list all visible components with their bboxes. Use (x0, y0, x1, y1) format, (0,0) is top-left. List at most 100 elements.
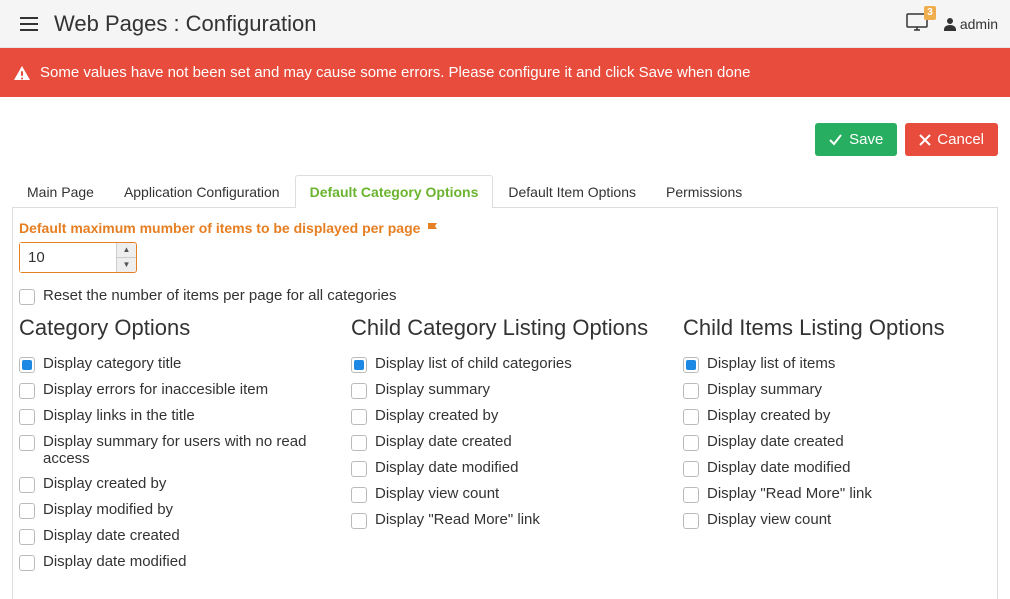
category-option-label: Display links in the title (43, 407, 195, 424)
cancel-button-label: Cancel (937, 131, 984, 148)
child-items-option-label: Display date modified (707, 459, 850, 476)
field-label-text: Default maximum mumber of items to be di… (19, 220, 420, 236)
child-category-option-checkbox[interactable] (351, 357, 367, 373)
page-title: Web Pages : Configuration (54, 11, 906, 37)
child-items-option-label: Display date created (707, 433, 844, 450)
user-icon (944, 17, 956, 31)
category-option-checkbox[interactable] (19, 529, 35, 545)
child-category-option-checkbox[interactable] (351, 409, 367, 425)
warning-icon (14, 65, 30, 81)
child-category-option-checkbox[interactable] (351, 435, 367, 451)
alert-banner: Some values have not been set and may ca… (0, 48, 1010, 97)
items-per-page-field: ▲ ▼ (19, 242, 137, 273)
reset-checkbox-row: Reset the number of items per page for a… (19, 287, 991, 305)
category-option-label: Display errors for inaccesible item (43, 381, 268, 398)
category-option-row: Display date created (19, 527, 327, 545)
category-option-row: Display date modified (19, 553, 327, 571)
reset-checkbox-label: Reset the number of items per page for a… (43, 287, 397, 304)
child-items-option-label: Display view count (707, 511, 831, 528)
category-option-label: Display date created (43, 527, 180, 544)
save-button[interactable]: Save (815, 123, 897, 156)
child-items-column: Child Items Listing Options Display list… (683, 315, 991, 579)
child-category-option-row: Display created by (351, 407, 659, 425)
child-items-option-label: Display summary (707, 381, 822, 398)
child-category-option-label: Display created by (375, 407, 498, 424)
child-items-title: Child Items Listing Options (683, 315, 991, 341)
child-category-option-row: Display date modified (351, 459, 659, 477)
user-name: admin (960, 16, 998, 32)
child-items-option-label: Display "Read More" link (707, 485, 872, 502)
category-option-checkbox[interactable] (19, 357, 35, 373)
child-category-option-label: Display view count (375, 485, 499, 502)
child-items-option-row: Display list of items (683, 355, 991, 373)
category-option-checkbox[interactable] (19, 383, 35, 399)
tabs: Main PageApplication ConfigurationDefaul… (12, 174, 998, 208)
child-category-option-row: Display "Read More" link (351, 511, 659, 529)
category-option-checkbox[interactable] (19, 503, 35, 519)
child-category-option-label: Display date created (375, 433, 512, 450)
child-items-option-label: Display created by (707, 407, 830, 424)
menu-toggle-icon[interactable] (12, 13, 46, 35)
close-icon (919, 134, 931, 146)
notifications-button[interactable]: 3 (906, 12, 930, 36)
category-option-label: Display summary for users with no read a… (43, 433, 327, 467)
cancel-button[interactable]: Cancel (905, 123, 998, 156)
category-option-row: Display category title (19, 355, 327, 373)
child-category-title: Child Category Listing Options (351, 315, 659, 341)
child-items-option-row: Display date created (683, 433, 991, 451)
child-items-option-label: Display list of items (707, 355, 835, 372)
tab-permissions[interactable]: Permissions (651, 175, 757, 208)
tab-main-page[interactable]: Main Page (12, 175, 109, 208)
category-options-title: Category Options (19, 315, 327, 341)
category-option-checkbox[interactable] (19, 435, 35, 451)
child-category-option-row: Display view count (351, 485, 659, 503)
category-option-row: Display created by (19, 475, 327, 493)
user-menu[interactable]: admin (944, 16, 998, 32)
child-items-option-checkbox[interactable] (683, 383, 699, 399)
child-category-option-label: Display summary (375, 381, 490, 398)
alert-text: Some values have not been set and may ca… (40, 64, 750, 81)
child-items-option-checkbox[interactable] (683, 461, 699, 477)
tab-default-category-options[interactable]: Default Category Options (295, 175, 494, 208)
child-category-option-row: Display summary (351, 381, 659, 399)
child-category-column: Child Category Listing Options Display l… (351, 315, 659, 579)
category-option-row: Display errors for inaccesible item (19, 381, 327, 399)
child-items-option-row: Display summary (683, 381, 991, 399)
child-category-option-label: Display list of child categories (375, 355, 572, 372)
child-category-option-checkbox[interactable] (351, 383, 367, 399)
child-category-option-label: Display date modified (375, 459, 518, 476)
category-option-row: Display links in the title (19, 407, 327, 425)
category-option-label: Display modified by (43, 501, 173, 518)
category-option-label: Display date modified (43, 553, 186, 570)
field-label: Default maximum mumber of items to be di… (19, 220, 440, 236)
category-option-checkbox[interactable] (19, 409, 35, 425)
child-category-option-checkbox[interactable] (351, 461, 367, 477)
child-items-option-row: Display created by (683, 407, 991, 425)
child-items-option-checkbox[interactable] (683, 487, 699, 503)
tab-panel: Default maximum mumber of items to be di… (12, 208, 998, 599)
items-per-page-input[interactable] (20, 243, 116, 272)
child-category-option-checkbox[interactable] (351, 513, 367, 529)
child-category-option-row: Display list of child categories (351, 355, 659, 373)
save-button-label: Save (849, 131, 883, 148)
tab-application-configuration[interactable]: Application Configuration (109, 175, 295, 208)
child-items-option-checkbox[interactable] (683, 513, 699, 529)
category-option-label: Display category title (43, 355, 181, 372)
spinner-down[interactable]: ▼ (117, 258, 136, 272)
notifications-badge: 3 (924, 6, 936, 20)
child-items-option-row: Display view count (683, 511, 991, 529)
child-category-option-checkbox[interactable] (351, 487, 367, 503)
child-items-option-checkbox[interactable] (683, 357, 699, 373)
category-option-row: Display modified by (19, 501, 327, 519)
category-option-label: Display created by (43, 475, 166, 492)
check-icon (829, 134, 843, 146)
spinner-up[interactable]: ▲ (117, 243, 136, 258)
tab-default-item-options[interactable]: Default Item Options (493, 175, 651, 208)
child-items-option-row: Display date modified (683, 459, 991, 477)
category-option-checkbox[interactable] (19, 555, 35, 571)
child-category-option-label: Display "Read More" link (375, 511, 540, 528)
category-option-checkbox[interactable] (19, 477, 35, 493)
reset-checkbox[interactable] (19, 289, 35, 305)
child-items-option-checkbox[interactable] (683, 435, 699, 451)
child-items-option-checkbox[interactable] (683, 409, 699, 425)
